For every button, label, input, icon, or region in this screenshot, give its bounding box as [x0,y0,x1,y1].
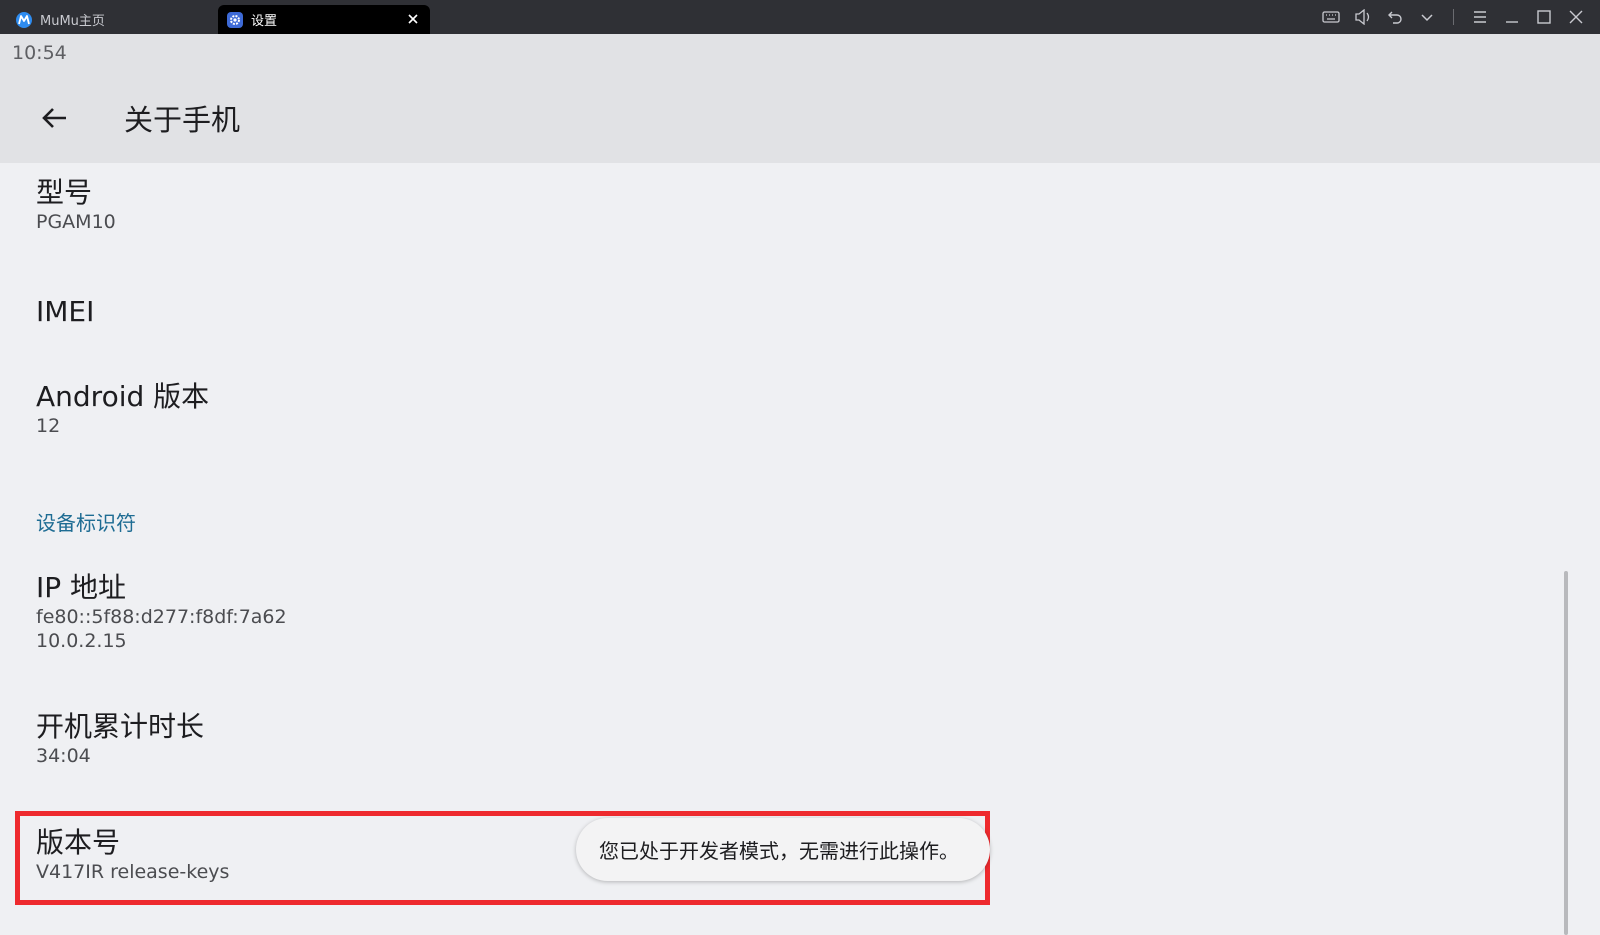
toolbar-divider [1453,9,1454,25]
tab-settings[interactable]: 设置 [218,5,430,34]
window-controls [1315,0,1600,34]
tab-mumu-home[interactable]: MuMu主页 [10,5,215,34]
menu-icon[interactable] [1470,7,1490,27]
app-bar: 10:54 关于手机 [0,34,1600,163]
item-title: Android 版本 [36,380,210,413]
maximize-icon[interactable] [1534,7,1554,27]
section-header-device-identifiers: 设备标识符 [36,511,136,535]
status-bar-time: 10:54 [12,42,67,64]
item-title: IMEI [36,295,95,328]
list-item-uptime[interactable]: 开机累计时长 34:04 [36,710,204,768]
toast-message: 您已处于开发者模式，无需进行此操作。 [576,818,990,881]
item-title: 型号 [36,176,93,209]
item-subtitle-ipv4: 10.0.2.15 [36,630,127,652]
item-subtitle-ipv6: fe80::5f88:d277:f8df:7a62 [36,606,287,628]
item-subtitle: PGAM10 [36,211,116,233]
window-titlebar: MuMu主页 设置 [0,0,1600,34]
tab-label: MuMu主页 [40,14,105,29]
settings-gear-icon [227,11,243,28]
item-title: IP 地址 [36,571,127,604]
undo-icon[interactable] [1385,7,1405,27]
chevron-down-icon[interactable] [1417,7,1437,27]
list-item-ip-address[interactable]: IP 地址 fe80::5f88:d277:f8df:7a62 10.0.2.1… [36,571,287,653]
keyboard-icon[interactable] [1321,7,1341,27]
tab-label: 设置 [251,14,278,29]
minimize-icon[interactable] [1502,7,1522,27]
page-title: 关于手机 [124,103,241,137]
back-arrow-icon[interactable] [34,98,74,138]
item-title: 开机累计时长 [36,710,205,743]
mumu-logo-icon [16,11,32,28]
tab-close-icon[interactable] [406,12,420,26]
list-item-android-version[interactable]: Android 版本 12 [36,380,209,438]
item-subtitle: 12 [36,415,61,437]
list-item-imei[interactable]: IMEI [36,295,94,329]
item-subtitle: 34:04 [36,745,91,767]
scrollbar[interactable] [1564,571,1568,935]
close-icon[interactable] [1566,7,1586,27]
volume-icon[interactable] [1353,7,1373,27]
list-item-model[interactable]: 型号 PGAM10 [36,176,116,234]
